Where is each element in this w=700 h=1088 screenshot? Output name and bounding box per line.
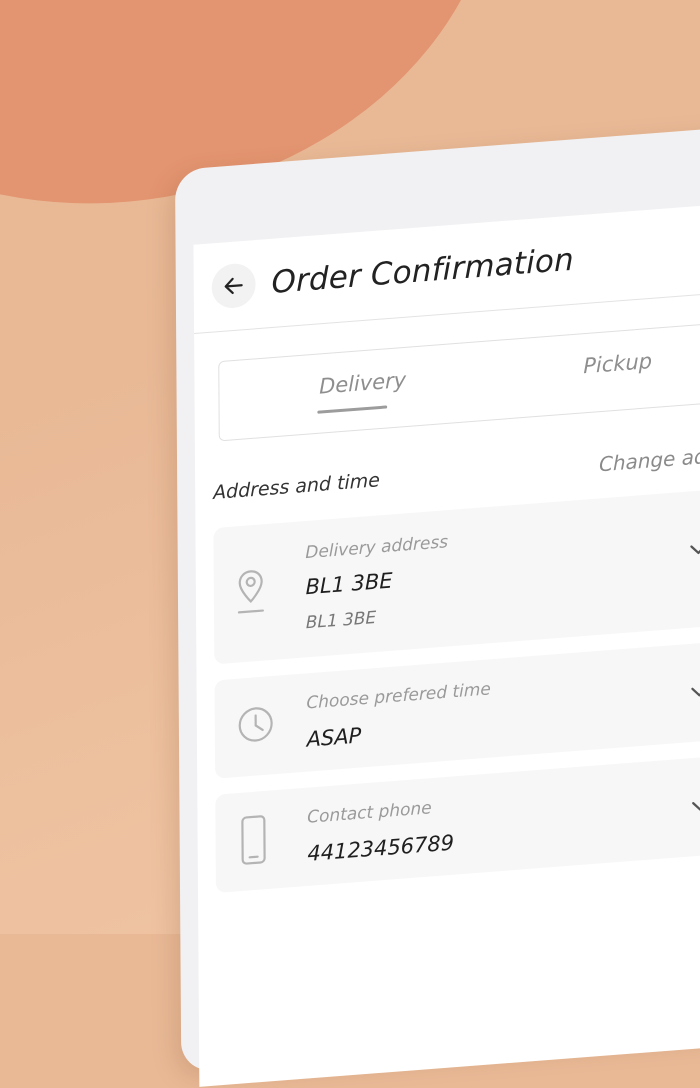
- tab-delivery[interactable]: Delivery: [319, 368, 406, 399]
- chevron-down-icon: [691, 686, 700, 697]
- tab-active-indicator: [317, 405, 388, 414]
- contact-phone-card[interactable]: Contact phone 44123456789: [215, 754, 700, 893]
- location-pin-icon: [237, 570, 264, 614]
- app-screen: Order Confirmation Delivery Pickup Addre…: [193, 197, 700, 1087]
- page-header: Order Confirmation: [211, 238, 574, 310]
- back-button[interactable]: [211, 262, 256, 310]
- section-title: Address and time: [213, 469, 380, 505]
- arrow-left-icon: [224, 277, 243, 295]
- delivery-address-value: BL1 3BE: [305, 568, 393, 600]
- preferred-time-label: Choose prefered time: [306, 679, 491, 714]
- preferred-time-card[interactable]: Choose prefered time ASAP: [214, 640, 700, 779]
- contact-phone-label: Contact phone: [307, 798, 432, 828]
- preferred-time-value: ASAP: [306, 723, 362, 752]
- change-address-link[interactable]: Change address: [599, 440, 700, 476]
- clock-icon: [238, 707, 273, 742]
- delivery-address-sub: BL1 3BE: [305, 607, 377, 634]
- tab-pickup[interactable]: Pickup: [583, 349, 652, 378]
- phone-icon: [241, 815, 266, 865]
- delivery-mode-tabs: Delivery Pickup: [218, 318, 700, 442]
- chevron-down-icon: [692, 800, 700, 811]
- delivery-address-label: Delivery address: [305, 532, 449, 564]
- chevron-down-icon: [690, 544, 700, 555]
- tablet-frame: Order Confirmation Delivery Pickup Addre…: [175, 122, 700, 1087]
- delivery-address-card[interactable]: Delivery address BL1 3BE BL1 3BE: [213, 488, 700, 665]
- page-title: Order Confirmation: [271, 241, 574, 301]
- contact-phone-value: 44123456789: [307, 830, 455, 866]
